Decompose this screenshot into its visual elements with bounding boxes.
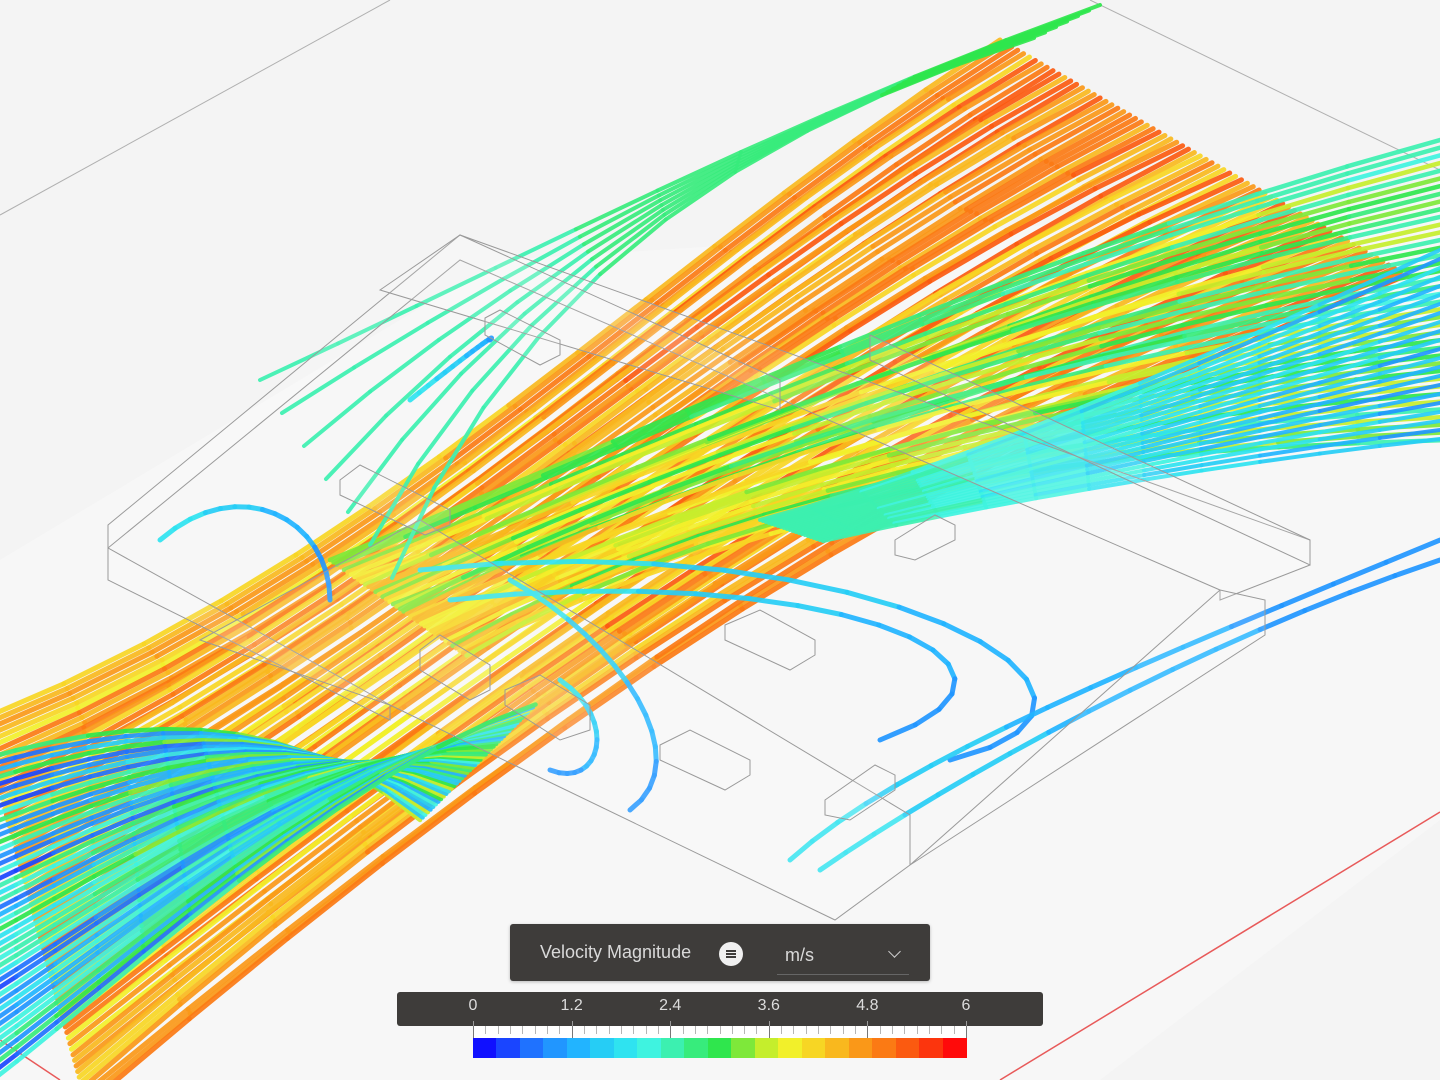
- color-scale-minor-tick: [485, 1026, 487, 1034]
- color-scale-minor-tick: [694, 1026, 696, 1034]
- streamline-vortex: [636, 588, 699, 597]
- field-selector-panel: Velocity Magnitude m/s: [510, 924, 930, 981]
- menu-icon[interactable]: [719, 942, 743, 966]
- streamline: [122, 726, 165, 734]
- color-scale-swatch: [496, 1038, 521, 1058]
- color-scale-bar: [473, 1026, 967, 1058]
- color-scale-swatch: [473, 1038, 498, 1058]
- color-scale-minor-tick: [571, 1026, 573, 1038]
- color-scale-swatch: [848, 1038, 873, 1058]
- color-scale-swatch: [684, 1038, 709, 1058]
- chevron-down-icon: [888, 945, 901, 958]
- color-scale-minor-tick: [904, 1026, 906, 1034]
- color-scale-minor-tick: [596, 1026, 598, 1034]
- color-scale-minor-tick: [966, 1026, 967, 1038]
- color-scale-minor-tick: [941, 1026, 943, 1034]
- color-scale-swatch: [942, 1038, 967, 1058]
- color-scale-swatch: [919, 1038, 944, 1058]
- color-scale-swatch: [707, 1038, 732, 1058]
- streamline: [161, 734, 205, 740]
- color-scale-swatch: [590, 1038, 615, 1058]
- color-scale-swatch: [519, 1038, 544, 1058]
- color-scale-swatch: [566, 1038, 591, 1058]
- color-scale-minor-tick: [559, 1026, 561, 1034]
- color-scale-swatch: [825, 1038, 850, 1058]
- color-scale-minor-tick: [916, 1026, 918, 1034]
- color-scale-minor-tick: [756, 1026, 758, 1034]
- color-scale-swatch: [731, 1038, 756, 1058]
- streamlines-scene[interactable]: [0, 0, 1440, 1080]
- color-scale-swatch: [754, 1038, 779, 1058]
- field-label: Velocity Magnitude: [540, 942, 692, 962]
- color-scale-minor-tick: [534, 1026, 536, 1034]
- color-scale-swatch: [637, 1038, 662, 1058]
- color-scale-minor-tick: [793, 1026, 795, 1034]
- color-scale-minor-tick: [879, 1026, 881, 1034]
- color-scale-minor-tick: [620, 1026, 622, 1034]
- legend-tick-label: 6: [961, 997, 971, 1014]
- color-scale-minor-tick: [781, 1026, 783, 1034]
- legend-tick-label: 4.8: [856, 997, 879, 1014]
- streamline: [123, 731, 166, 739]
- color-scale-minor-tick: [818, 1026, 820, 1034]
- color-scale-minor-tick: [744, 1026, 746, 1034]
- streamline: [160, 726, 203, 733]
- color-scale-minor-tick: [719, 1026, 721, 1034]
- streamline: [162, 738, 205, 745]
- color-scale-minor-tick: [805, 1026, 807, 1034]
- legend-tick-label: 0: [468, 997, 478, 1014]
- color-scale-minor-tick: [768, 1026, 770, 1038]
- color-scale-minor-tick: [645, 1026, 647, 1034]
- simulation-viewport[interactable]: SIMSCALE: [0, 0, 1440, 1080]
- color-scale-minor-tick: [892, 1026, 894, 1034]
- unit-label: m/s: [785, 945, 814, 965]
- color-scale-minor-tick: [707, 1026, 709, 1034]
- color-scale-minor-tick: [830, 1026, 832, 1034]
- color-scale-minor-tick: [682, 1026, 684, 1034]
- color-scale-swatch: [660, 1038, 685, 1058]
- color-scale-minor-tick: [633, 1026, 635, 1034]
- legend-tick-label: 1.2: [560, 997, 583, 1014]
- color-scale-minor-tick: [583, 1026, 585, 1034]
- color-scale-minor-tick: [842, 1026, 844, 1034]
- legend-tick-label: 3.6: [757, 997, 780, 1014]
- streamline: [200, 738, 244, 744]
- color-scale-swatch: [801, 1038, 826, 1058]
- color-scale-minor-tick: [867, 1026, 869, 1038]
- color-scale-minor-tick: [608, 1026, 610, 1034]
- color-scale-swatch: [895, 1038, 920, 1058]
- color-scale-minor-tick: [670, 1026, 672, 1038]
- color-scale-minor-tick: [929, 1026, 931, 1034]
- color-scale-minor-tick: [546, 1026, 548, 1034]
- legend-tick-label: 2.4: [659, 997, 682, 1014]
- legend-ticks-panel: 0 1.2 2.4 3.6 4.8 6: [397, 992, 1043, 1026]
- color-scale-swatch: [778, 1038, 803, 1058]
- color-scale-swatch: [872, 1038, 897, 1058]
- color-scale-minor-tick: [522, 1026, 524, 1034]
- color-scale-minor-tick: [473, 1026, 474, 1038]
- color-scale-minor-tick: [855, 1026, 857, 1034]
- color-scale-minor-tick: [509, 1026, 511, 1034]
- color-scale-swatch: [613, 1038, 638, 1058]
- streamline-vortex: [498, 558, 582, 566]
- color-scale-minor-tick: [497, 1026, 499, 1034]
- unit-select[interactable]: m/s: [777, 936, 909, 975]
- streamline-vortex: [576, 558, 657, 567]
- color-scale-minor-tick: [731, 1026, 733, 1034]
- color-scale-swatch: [543, 1038, 568, 1058]
- color-scale-minor-tick: [657, 1026, 659, 1034]
- color-scale-minor-tick: [953, 1026, 955, 1034]
